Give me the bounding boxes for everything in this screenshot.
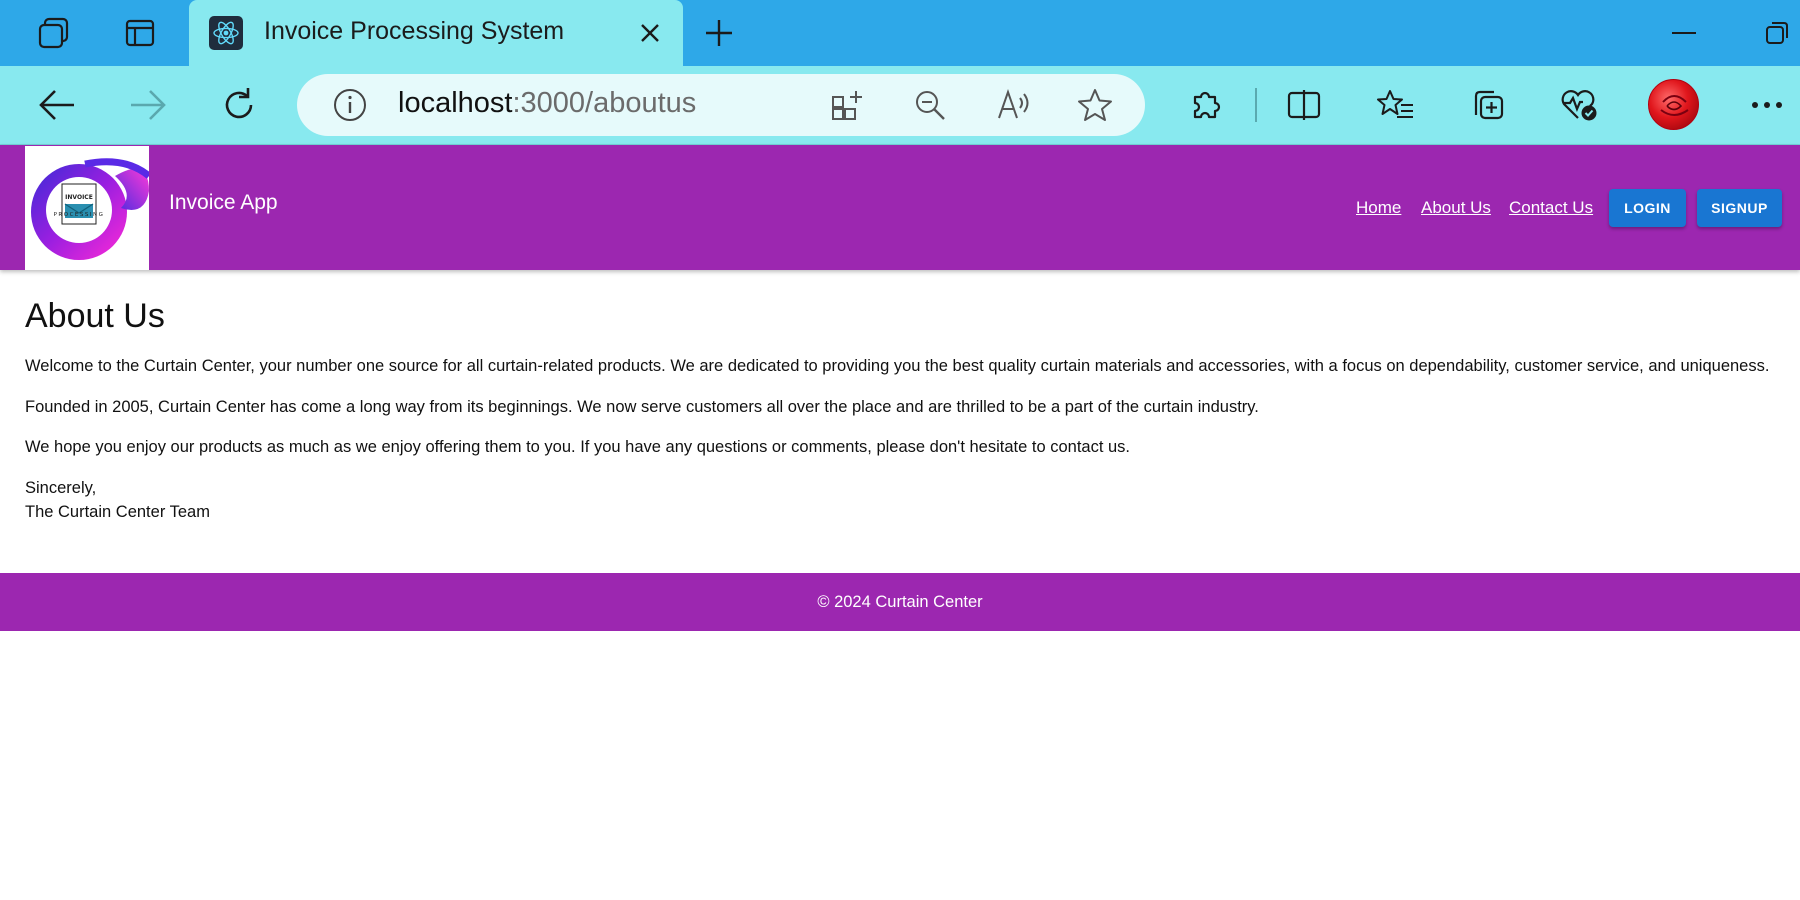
url-path: :3000/aboutus <box>512 87 697 119</box>
collections-icon[interactable] <box>1463 82 1513 128</box>
tab-title: Invoice Processing System <box>264 17 565 45</box>
address-bar[interactable]: localhost:3000/aboutus <box>297 74 1145 136</box>
profile-avatar[interactable] <box>1648 79 1699 130</box>
split-screen-icon[interactable] <box>1279 82 1329 128</box>
browser-tab-strip: Invoice Processing System <box>0 0 1800 66</box>
workspaces-icon[interactable] <box>32 14 76 52</box>
signup-button[interactable]: SIGNUP <box>1697 189 1782 227</box>
heart-pulse-icon[interactable] <box>1554 82 1604 128</box>
close-icon[interactable] <box>635 18 665 48</box>
page-title: About Us <box>25 297 165 335</box>
tab-actions-icon[interactable] <box>118 14 162 52</box>
minimize-icon[interactable] <box>1662 14 1706 52</box>
plus-icon[interactable] <box>697 12 741 54</box>
nav-link-contact-us[interactable]: Contact Us <box>1509 198 1593 218</box>
signoff-line-2: The Curtain Center Team <box>25 503 210 521</box>
page-footer: © 2024 Curtain Center <box>0 573 1800 631</box>
url-host: localhost <box>398 87 513 119</box>
more-icon[interactable] <box>1742 82 1792 128</box>
back-arrow-icon[interactable] <box>32 82 82 128</box>
about-paragraph-founded: Founded in 2005, Curtain Center has come… <box>25 397 1259 416</box>
forward-arrow-icon[interactable] <box>123 82 173 128</box>
about-us-content: About Us Welcome to the Curtain Center, … <box>25 296 1775 541</box>
logo-text-top: INVOICE <box>65 194 93 201</box>
read-aloud-icon[interactable] <box>993 85 1035 125</box>
star-icon[interactable] <box>1074 85 1116 125</box>
nav-link-home[interactable]: Home <box>1356 198 1401 218</box>
brand-name[interactable]: Invoice App <box>169 191 278 215</box>
nav-link-about-us[interactable]: About Us <box>1421 198 1491 218</box>
apps-icon[interactable] <box>826 85 868 125</box>
info-icon[interactable] <box>333 88 367 122</box>
url-text[interactable]: localhost:3000/aboutus <box>398 87 696 120</box>
restore-icon[interactable] <box>1755 14 1799 52</box>
signoff: Sincerely, The Curtain Center Team <box>25 476 1775 525</box>
signoff-line-1: Sincerely, <box>25 478 97 497</box>
zoom-out-icon[interactable] <box>909 85 951 125</box>
react-icon <box>209 16 243 50</box>
app-logo[interactable]: INVOICE PROCESSING <box>25 146 149 270</box>
puzzle-icon[interactable] <box>1180 82 1230 128</box>
logo-text-bottom: PROCESSING <box>54 212 105 218</box>
footer-copyright: © 2024 Curtain Center <box>817 592 983 611</box>
favorites-list-icon[interactable] <box>1371 82 1421 128</box>
browser-toolbar: localhost:3000/aboutus <box>0 66 1800 145</box>
app-header: INVOICE PROCESSING Invoice App Home Abou… <box>0 145 1800 270</box>
about-paragraph-contact: We hope you enjoy our products as much a… <box>25 438 1131 456</box>
about-paragraph-welcome: Welcome to the Curtain Center, your numb… <box>25 357 1770 375</box>
refresh-icon[interactable] <box>214 82 264 128</box>
active-tab[interactable]: Invoice Processing System <box>189 0 683 66</box>
toolbar-divider <box>1255 88 1257 122</box>
login-button[interactable]: LOGIN <box>1609 189 1686 227</box>
